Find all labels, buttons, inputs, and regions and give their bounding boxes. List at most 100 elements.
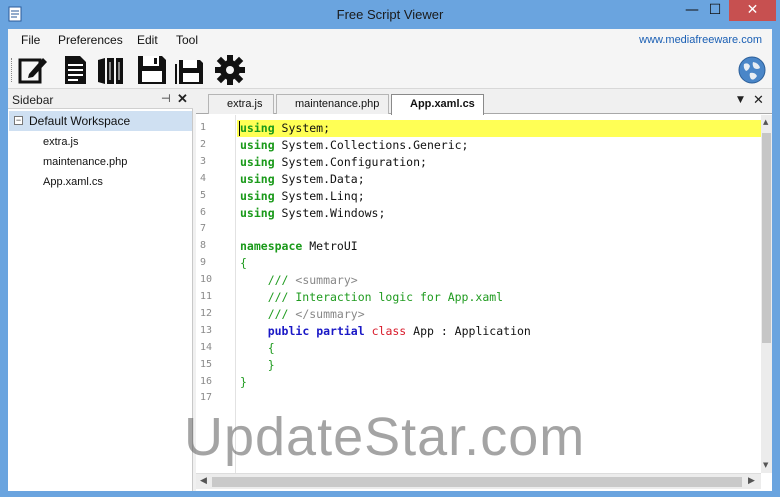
code-token: App : Application [406,323,531,338]
code-token: </summary> [295,306,365,321]
code-line[interactable]: using System.Collections.Generic; [240,138,469,152]
code-token: partial [316,323,365,338]
code-line[interactable]: { [240,341,275,355]
code-line[interactable]: } [240,375,247,389]
edit-icon[interactable] [17,54,49,86]
line-number: 7 [200,223,207,235]
workspace-label: Default Workspace [29,114,131,128]
pin-icon[interactable]: ⊣ [161,92,171,105]
menu-preferences[interactable]: Preferences [58,33,123,47]
scroll-left-icon[interactable]: ◀ [200,476,207,486]
code-token: using [240,154,275,169]
code-line[interactable]: using System.Data; [240,172,365,186]
tab-maintenance-php[interactable]: maintenance.php [276,94,389,114]
minimize-button[interactable]: — [680,0,704,21]
code-token: public [267,323,310,338]
horizontal-scroll-thumb[interactable] [212,477,742,487]
line-number: 13 [200,324,213,336]
line-number: 6 [200,206,207,218]
code-token: using [240,205,275,220]
close-button[interactable]: ✕ [729,0,776,21]
line-number: 16 [200,375,213,387]
tab-app-xaml-cs[interactable]: App.xaml.cs [391,94,484,115]
workspace-node[interactable]: − Default Workspace [9,111,192,131]
menu-tool[interactable]: Tool [176,33,198,47]
code-line[interactable]: namespace MetroUI [240,239,358,253]
sidebar-close-icon[interactable]: ✕ [177,91,188,107]
line-number: 12 [200,307,213,319]
code-line[interactable]: using System; [240,121,330,135]
tab-close-icon[interactable]: ✕ [753,93,764,108]
line-number: 4 [200,172,207,184]
code-line[interactable]: /// Interaction logic for App.xaml [240,290,503,304]
maximize-button[interactable]: ☐ [704,0,726,21]
code-line[interactable]: { [240,256,247,270]
line-number: 9 [200,257,207,269]
line-number: 2 [200,138,207,150]
code-line[interactable]: using System.Linq; [240,189,365,203]
sidebar-title: Sidebar [12,93,54,107]
gear-icon[interactable] [214,54,246,86]
code-token: { [240,340,275,355]
save-all-icon[interactable] [173,54,205,86]
file-node-app-xaml-cs[interactable]: App.xaml.cs [43,176,103,188]
code-token: /// [240,306,296,321]
code-line[interactable]: /// <summary> [240,273,358,287]
code-token: System.Collections.Generic; [274,137,469,152]
sidebar-header: Sidebar ⊣ ✕ [8,90,193,109]
line-number: 3 [200,155,207,167]
line-number: 11 [200,291,213,302]
website-link[interactable]: www.mediafreeware.com [639,34,762,46]
line-number: 5 [200,189,207,201]
line-number: 17 [200,392,213,404]
code-line[interactable]: } [240,358,275,372]
app-window: Free Script Viewer — ☐ ✕ File Preference… [0,0,780,497]
code-line[interactable]: using System.Configuration; [240,155,427,169]
line-number: 8 [200,240,207,252]
tab-extra-js[interactable]: extra.js [208,94,274,114]
code-token: using [240,188,275,203]
scroll-right-icon[interactable]: ▶ [748,476,755,486]
save-icon[interactable] [136,54,168,86]
horizontal-scrollbar[interactable]: ◀ ▶ [196,473,761,489]
code-token: MetroUI [302,239,358,254]
file-node-extra-js[interactable]: extra.js [43,136,78,148]
books-icon[interactable] [95,54,127,86]
collapse-icon[interactable]: − [14,116,23,125]
code-token: using [240,171,275,186]
window-title: Free Script Viewer [336,7,444,22]
vertical-scroll-thumb[interactable] [762,133,771,343]
line-number: 14 [200,341,213,353]
code-line[interactable]: /// </summary> [240,307,365,321]
globe-icon[interactable] [738,56,766,84]
line-number: 10 [200,274,213,286]
code-token: } [240,374,247,389]
line-number: 1 [200,122,207,133]
code-line[interactable]: using System.Windows; [240,206,385,220]
scroll-down-icon[interactable]: ▼ [763,461,768,469]
code-token: } [240,357,275,372]
code-token: namespace [240,239,303,254]
code-token: System.Data; [274,171,365,186]
watermark: UpdateStar.com [184,407,586,467]
title-bar[interactable]: Free Script Viewer — ☐ ✕ [0,0,780,29]
sidebar-panel: Sidebar ⊣ ✕ − Default Workspace extra.js… [8,90,193,491]
code-token: { [240,256,247,271]
menu-edit[interactable]: Edit [137,33,158,47]
tab-strip: extra.js maintenance.php App.xaml.cs ▼ ✕ [196,90,772,115]
scroll-up-icon[interactable]: ▲ [763,118,768,126]
line-number: 15 [200,358,213,370]
document-icon[interactable] [59,54,91,86]
code-token: using [240,137,275,152]
toolbar-grip[interactable] [11,58,13,82]
code-token: System.Linq; [274,188,365,203]
code-token: class [371,323,407,338]
tab-dropdown-icon[interactable]: ▼ [737,95,744,105]
menu-file[interactable]: File [21,33,40,47]
code-line[interactable]: public partial class App : Application [240,324,531,338]
code-token: using [240,121,275,135]
vertical-scrollbar[interactable]: ▲ ▼ [761,115,772,473]
file-node-maintenance-php[interactable]: maintenance.php [43,156,127,168]
